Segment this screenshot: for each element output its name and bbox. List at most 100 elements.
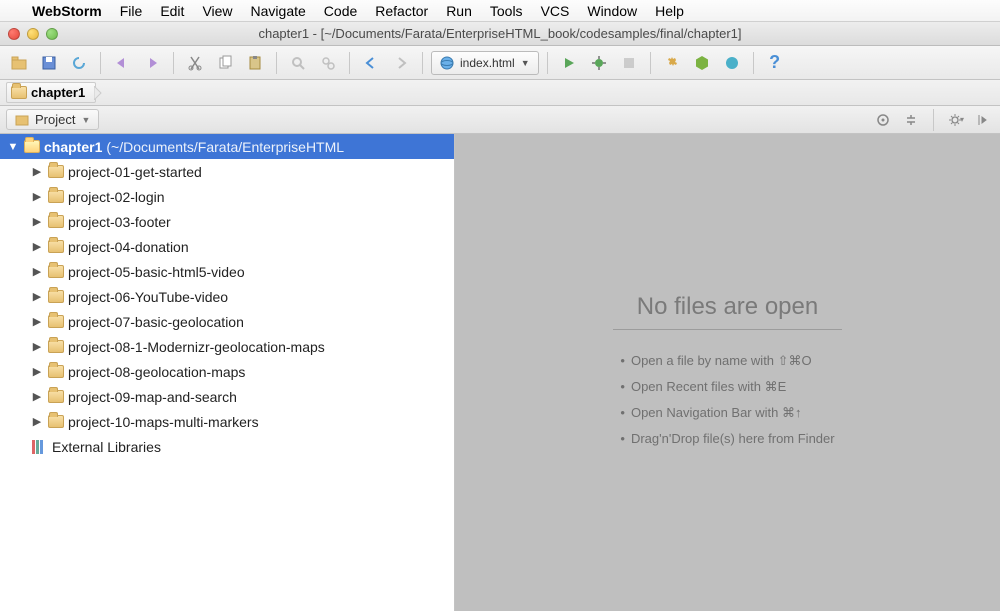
collapse-all-button[interactable] xyxy=(901,110,921,130)
tree-item-label: project-04-donation xyxy=(68,239,189,255)
scroll-from-source-button[interactable] xyxy=(873,110,893,130)
hide-tool-button[interactable] xyxy=(974,110,994,130)
tree-folder[interactable]: ▶project-02-login xyxy=(0,184,454,209)
close-window-button[interactable] xyxy=(8,28,20,40)
sync-button[interactable] xyxy=(66,50,92,76)
folder-icon xyxy=(48,340,64,353)
toolbar-separator xyxy=(422,52,423,74)
help-button[interactable]: ? xyxy=(762,50,788,76)
tree-item-label: project-01-get-started xyxy=(68,164,202,180)
menu-code[interactable]: Code xyxy=(324,3,357,19)
main-toolbar: index.html ▼ ? xyxy=(0,46,1000,80)
jslint-button[interactable] xyxy=(719,50,745,76)
menu-edit[interactable]: Edit xyxy=(160,3,184,19)
menu-refactor[interactable]: Refactor xyxy=(375,3,428,19)
menu-vcs[interactable]: VCS xyxy=(541,3,570,19)
tip-row: •Open a file by name with ⇧⌘O xyxy=(620,348,834,374)
run-button[interactable] xyxy=(556,50,582,76)
menu-run[interactable]: Run xyxy=(446,3,472,19)
back-button[interactable] xyxy=(358,50,384,76)
tree-folder[interactable]: ▶ project-06-YouTube-video xyxy=(0,284,454,309)
tree-folder[interactable]: ▶project-05-basic-html5-video xyxy=(0,259,454,284)
toolbar-separator xyxy=(650,52,651,74)
breadcrumb-root[interactable]: chapter1 xyxy=(6,82,96,103)
tree-folder[interactable]: ▶ project-04-donation xyxy=(0,234,454,259)
undo-button[interactable] xyxy=(109,50,135,76)
expand-arrow-icon[interactable]: ▶ xyxy=(30,240,44,253)
replace-button[interactable] xyxy=(315,50,341,76)
expand-arrow-icon[interactable]: ▶ xyxy=(30,415,44,428)
breadcrumb-label: chapter1 xyxy=(31,85,85,100)
settings-button[interactable] xyxy=(659,50,685,76)
tree-folder[interactable]: ▶ project-10-maps-multi-markers xyxy=(0,409,454,434)
expand-arrow-icon[interactable]: ▶ xyxy=(30,165,44,178)
toolbar-separator xyxy=(933,109,934,131)
tree-folder[interactable]: ▶project-07-basic-geolocation xyxy=(0,309,454,334)
expand-arrow-icon[interactable]: ▶ xyxy=(30,190,44,203)
project-tree[interactable]: ▼ chapter1 (~/Documents/Farata/Enterpris… xyxy=(0,134,455,611)
chevron-down-icon: ▼ xyxy=(81,115,90,125)
project-icon xyxy=(15,113,29,127)
menu-help[interactable]: Help xyxy=(655,3,684,19)
menu-tools[interactable]: Tools xyxy=(490,3,523,19)
expand-arrow-icon[interactable]: ▶ xyxy=(30,340,44,353)
cut-button[interactable] xyxy=(182,50,208,76)
menu-navigate[interactable]: Navigate xyxy=(251,3,306,19)
toolbar-separator xyxy=(349,52,350,74)
expand-arrow-icon[interactable]: ▶ xyxy=(30,290,44,303)
tree-external-libraries[interactable]: ▶ External Libraries xyxy=(0,434,454,459)
menu-window[interactable]: Window xyxy=(587,3,637,19)
paste-button[interactable] xyxy=(242,50,268,76)
navigation-bar[interactable]: chapter1 xyxy=(0,80,1000,106)
debug-button[interactable] xyxy=(586,50,612,76)
tip-row: •Open Recent files with ⌘E xyxy=(620,374,834,400)
folder-icon xyxy=(48,315,64,328)
stop-button[interactable] xyxy=(616,50,642,76)
expand-arrow-icon[interactable]: ▼ xyxy=(6,141,20,153)
tree-folder[interactable]: ▶ project-08-1-Modernizr-geolocation-maps xyxy=(0,334,454,359)
project-view-label: Project xyxy=(35,112,75,127)
tool-settings-button[interactable]: ▾ xyxy=(946,110,966,130)
zoom-window-button[interactable] xyxy=(46,28,58,40)
expand-arrow-icon[interactable]: ▶ xyxy=(30,315,44,328)
tree-item-label: project-10-maps-multi-markers xyxy=(68,414,259,430)
tree-item-label: project-08-1-Modernizr-geolocation-maps xyxy=(68,339,325,355)
app-menu[interactable]: WebStorm xyxy=(32,3,102,19)
menu-file[interactable]: File xyxy=(120,3,143,19)
tree-item-label: project-08-geolocation-maps xyxy=(68,364,245,380)
minimize-window-button[interactable] xyxy=(27,28,39,40)
editor-area[interactable]: No files are open •Open a file by name w… xyxy=(455,134,1000,611)
save-all-button[interactable] xyxy=(36,50,62,76)
traffic-lights xyxy=(8,28,58,40)
expand-arrow-icon[interactable]: ▶ xyxy=(30,365,44,378)
folder-icon xyxy=(48,265,64,278)
folder-icon xyxy=(48,365,64,378)
folder-icon xyxy=(48,215,64,228)
workspace: ▼ chapter1 (~/Documents/Farata/Enterpris… xyxy=(0,134,1000,611)
editor-tips: •Open a file by name with ⇧⌘O •Open Rece… xyxy=(620,348,834,452)
open-button[interactable] xyxy=(6,50,32,76)
forward-button[interactable] xyxy=(388,50,414,76)
folder-icon xyxy=(24,140,40,153)
expand-arrow-icon[interactable]: ▶ xyxy=(30,215,44,228)
find-button[interactable] xyxy=(285,50,311,76)
tree-folder[interactable]: ▶project-09-map-and-search xyxy=(0,384,454,409)
tree-root[interactable]: ▼ chapter1 (~/Documents/Farata/Enterpris… xyxy=(0,134,454,159)
tree-folder[interactable]: ▶ project-01-get-started xyxy=(0,159,454,184)
expand-arrow-icon[interactable]: ▶ xyxy=(30,390,44,403)
tree-folder[interactable]: ▶project-03-footer xyxy=(0,209,454,234)
tip-row: •Drag'n'Drop file(s) here from Finder xyxy=(620,426,834,452)
expand-arrow-icon[interactable]: ▶ xyxy=(30,265,44,278)
nodejs-button[interactable] xyxy=(689,50,715,76)
copy-button[interactable] xyxy=(212,50,238,76)
tree-folder[interactable]: ▶ project-08-geolocation-maps xyxy=(0,359,454,384)
run-config-label: index.html xyxy=(460,56,515,70)
mac-menubar: WebStorm File Edit View Navigate Code Re… xyxy=(0,0,1000,22)
project-tool-header: Project ▼ ▾ xyxy=(0,106,1000,134)
run-configuration-selector[interactable]: index.html ▼ xyxy=(431,51,539,75)
redo-button[interactable] xyxy=(139,50,165,76)
menu-view[interactable]: View xyxy=(202,3,232,19)
project-view-selector[interactable]: Project ▼ xyxy=(6,109,99,130)
folder-icon xyxy=(48,240,64,253)
tree-item-label: project-06-YouTube-video xyxy=(68,289,228,305)
